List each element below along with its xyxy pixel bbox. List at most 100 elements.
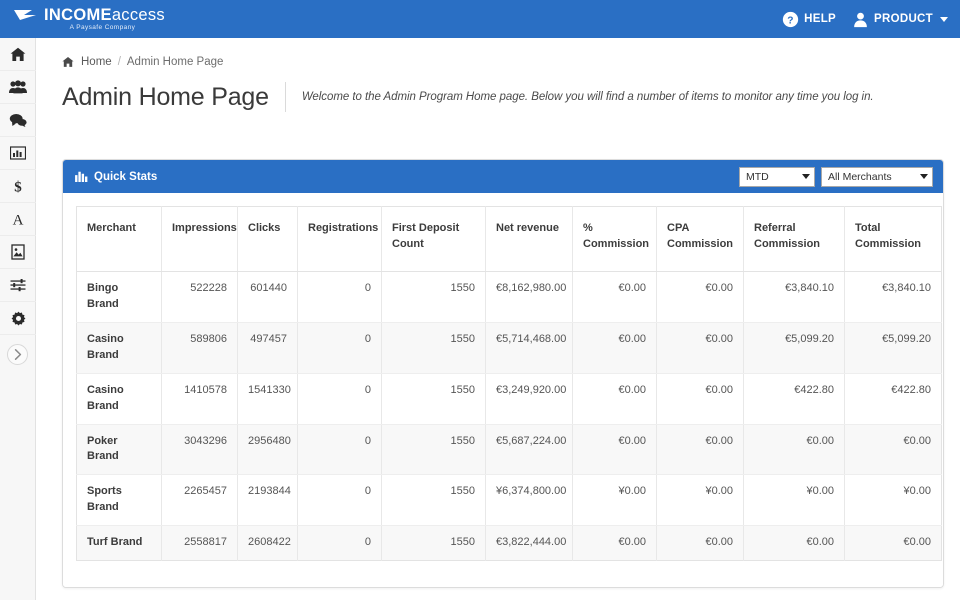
cell-net-revenue: ¥6,374,800.00	[486, 475, 573, 526]
cell-merchant: Poker Brand	[77, 424, 162, 475]
cell-pct-commission: €0.00	[573, 322, 657, 373]
column-header-total-commission: Total Commission	[845, 207, 942, 272]
cell-cpa-commission: €0.00	[657, 424, 744, 475]
cell-registrations: 0	[298, 322, 382, 373]
svg-text:A: A	[13, 213, 24, 228]
brand-tagline: A Paysafe Company	[40, 25, 165, 32]
column-header-net-revenue: Net revenue	[486, 207, 573, 272]
top-navigation-bar: INCOMEaccess A Paysafe Company ? HELP PR…	[0, 0, 960, 38]
column-header-referral-commission: Referral Commission	[744, 207, 845, 272]
product-label: PRODUCT	[874, 13, 933, 25]
help-label: HELP	[804, 13, 836, 25]
cell-clicks: 2608422	[238, 526, 298, 561]
sidebar-item-settings[interactable]	[0, 302, 36, 335]
sidebar-item-reports[interactable]	[0, 137, 36, 170]
sidebar-expand-button[interactable]	[0, 335, 35, 373]
table-row: Sports Brand2265457219384401550¥6,374,80…	[77, 475, 942, 526]
sidebar-item-home[interactable]	[0, 38, 36, 71]
cell-impressions: 3043296	[162, 424, 238, 475]
cell-merchant: Turf Brand	[77, 526, 162, 561]
users-icon	[9, 80, 27, 94]
table-row: Bingo Brand52222860144001550€8,162,980.0…	[77, 271, 942, 322]
cell-net-revenue: €5,687,224.00	[486, 424, 573, 475]
breadcrumb-home-link[interactable]: Home	[81, 56, 112, 68]
sliders-icon	[10, 278, 26, 292]
cell-net-revenue: €8,162,980.00	[486, 271, 573, 322]
image-file-icon	[11, 244, 25, 260]
help-circle-icon: ?	[782, 11, 799, 28]
sidebar-item-content[interactable]: A	[0, 203, 36, 236]
cell-registrations: 0	[298, 475, 382, 526]
cell-impressions: 522228	[162, 271, 238, 322]
cell-clicks: 601440	[238, 271, 298, 322]
cell-clicks: 497457	[238, 322, 298, 373]
cell-referral-commission: €5,099.20	[744, 322, 845, 373]
quick-stats-header: Quick Stats MTD All Merchants	[63, 160, 943, 193]
table-row: Casino Brand1410578154133001550€3,249,92…	[77, 373, 942, 424]
sidebar-item-creatives[interactable]	[0, 236, 36, 269]
brand-name-light: access	[112, 6, 165, 24]
cell-pct-commission: ¥0.00	[573, 475, 657, 526]
column-header-clicks: Clicks	[238, 207, 298, 272]
cell-cpa-commission: €0.00	[657, 322, 744, 373]
topbar-actions: ? HELP PRODUCT	[782, 11, 948, 28]
sidebar-item-messages[interactable]	[0, 104, 36, 137]
breadcrumb-separator: /	[118, 56, 121, 68]
column-header-registrations: Registrations	[298, 207, 382, 272]
column-header-first-deposit-count: First Deposit Count	[382, 207, 486, 272]
help-button[interactable]: ? HELP	[782, 11, 836, 28]
chevron-down-icon	[940, 17, 948, 22]
column-header-merchant: Merchant	[77, 207, 162, 272]
merchant-select-value: All Merchants	[828, 171, 916, 183]
quick-stats-filters: MTD All Merchants	[739, 167, 933, 187]
cell-merchant: Casino Brand	[77, 322, 162, 373]
cell-total-commission: ¥0.00	[845, 475, 942, 526]
cell-referral-commission: €422.80	[744, 373, 845, 424]
quick-stats-body: Merchant Impressions Clicks Registration…	[63, 193, 943, 587]
cell-referral-commission: ¥0.00	[744, 475, 845, 526]
cell-first-deposit-count: 1550	[382, 475, 486, 526]
cell-first-deposit-count: 1550	[382, 526, 486, 561]
quick-stats-title-group: Quick Stats	[75, 171, 157, 183]
brand-logo[interactable]: INCOMEaccess A Paysafe Company	[14, 7, 165, 32]
bar-chart-icon	[10, 146, 26, 160]
cell-referral-commission: €3,840.10	[744, 271, 845, 322]
cell-referral-commission: €0.00	[744, 526, 845, 561]
chat-icon	[9, 113, 27, 127]
brand-name-bold: INCOME	[44, 6, 112, 24]
cell-registrations: 0	[298, 424, 382, 475]
chevron-right-icon	[14, 349, 22, 360]
cell-pct-commission: €0.00	[573, 271, 657, 322]
sidebar-item-tools[interactable]	[0, 269, 36, 302]
cell-clicks: 2956480	[238, 424, 298, 475]
svg-text:?: ?	[787, 15, 793, 26]
cell-referral-commission: €0.00	[744, 424, 845, 475]
cell-total-commission: €422.80	[845, 373, 942, 424]
home-icon	[10, 47, 26, 62]
table-header-row: Merchant Impressions Clicks Registration…	[77, 207, 942, 272]
column-header-impressions: Impressions	[162, 207, 238, 272]
chevron-down-icon	[920, 174, 928, 179]
sidebar-item-finance[interactable]: $	[0, 170, 36, 203]
cell-impressions: 2558817	[162, 526, 238, 561]
cell-pct-commission: €0.00	[573, 424, 657, 475]
page-title: Admin Home Page	[62, 83, 285, 112]
title-divider	[285, 82, 286, 112]
table-row: Casino Brand58980649745701550€5,714,468.…	[77, 322, 942, 373]
period-select[interactable]: MTD	[739, 167, 815, 187]
column-header-cpa-commission: CPA Commission	[657, 207, 744, 272]
cell-merchant: Casino Brand	[77, 373, 162, 424]
sidebar-item-users[interactable]	[0, 71, 36, 104]
table-header: Merchant Impressions Clicks Registration…	[77, 207, 942, 272]
cell-total-commission: €3,840.10	[845, 271, 942, 322]
cell-total-commission: €5,099.20	[845, 322, 942, 373]
page-header: Admin Home Page Welcome to the Admin Pro…	[62, 82, 960, 112]
merchant-select[interactable]: All Merchants	[821, 167, 933, 187]
cell-first-deposit-count: 1550	[382, 424, 486, 475]
dollar-icon: $	[11, 178, 25, 194]
column-header-pct-commission: % Commission	[573, 207, 657, 272]
product-menu-button[interactable]: PRODUCT	[852, 11, 948, 28]
quick-stats-table: Merchant Impressions Clicks Registration…	[76, 206, 942, 561]
cell-net-revenue: €5,714,468.00	[486, 322, 573, 373]
cell-total-commission: €0.00	[845, 526, 942, 561]
